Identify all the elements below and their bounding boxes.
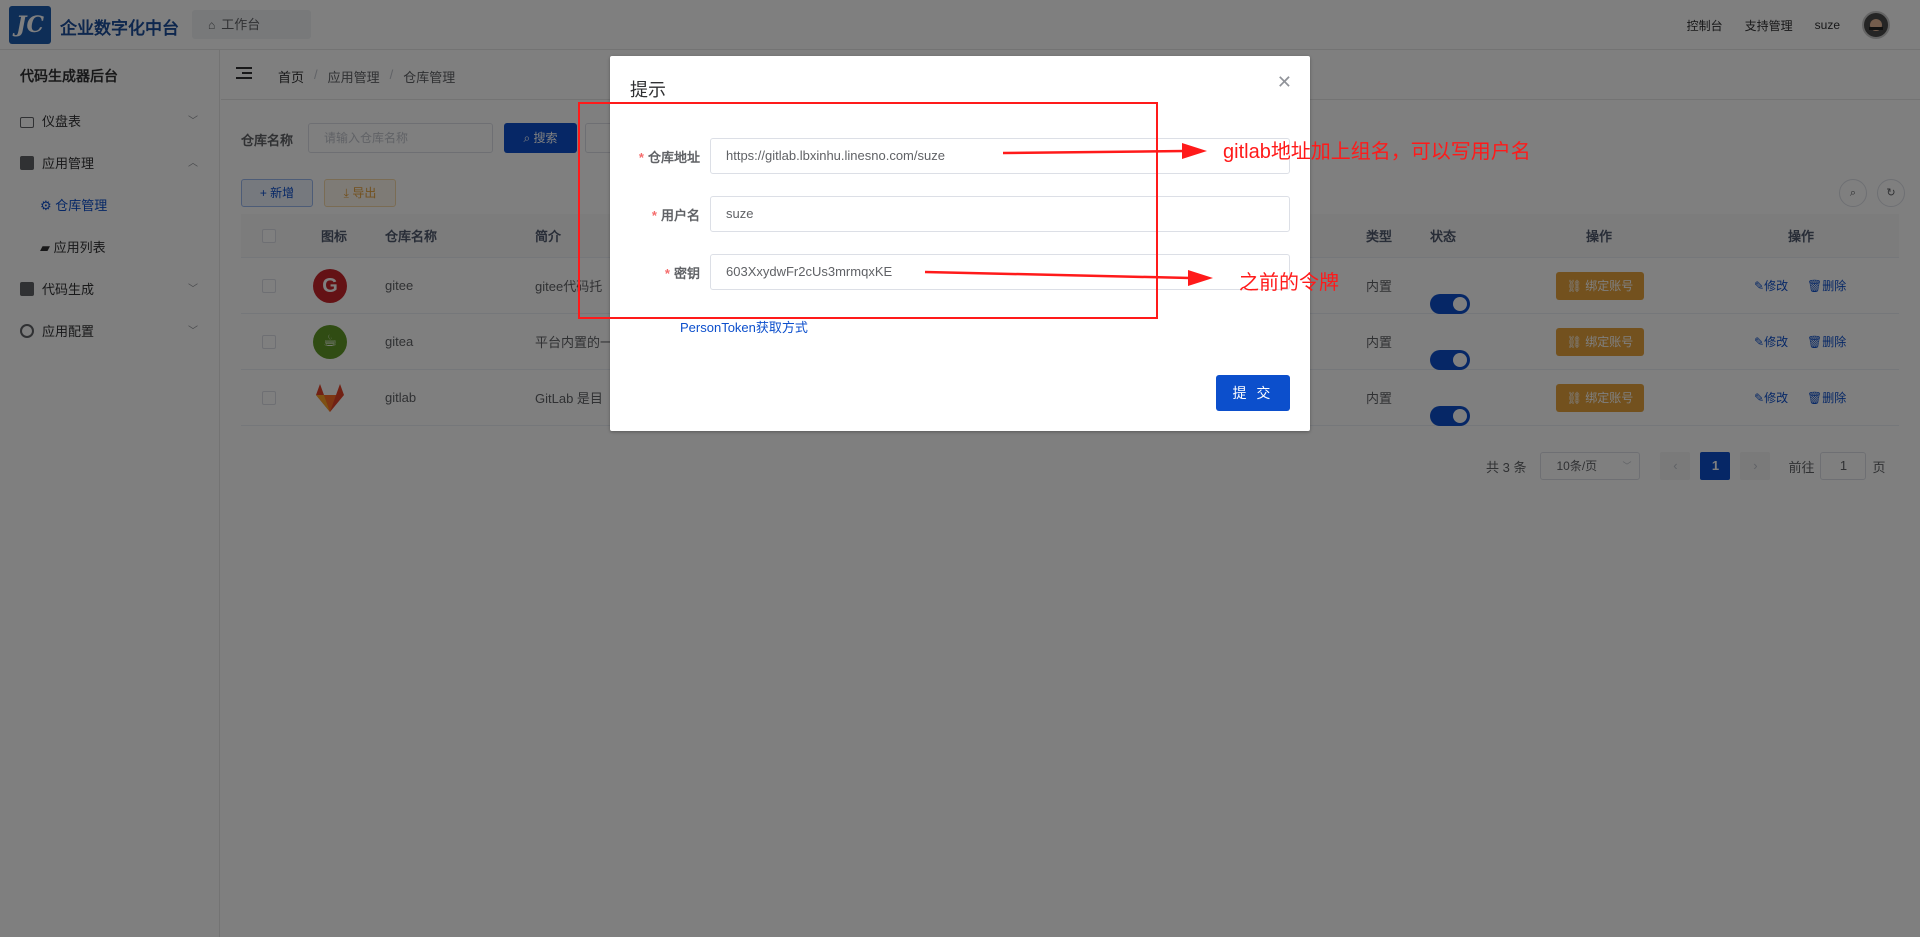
- annotation-token-note: 之前的令牌: [1239, 272, 1339, 294]
- person-token-link[interactable]: PersonToken获取方式: [680, 317, 808, 336]
- close-icon[interactable]: ✕: [1277, 72, 1292, 93]
- annotation-url-note: gitlab地址加上组名，可以写用户名: [1223, 141, 1531, 163]
- annotation-highlight-box: [578, 102, 1158, 319]
- dialog-title: 提示: [630, 80, 666, 100]
- submit-button[interactable]: 提 交: [1216, 375, 1290, 411]
